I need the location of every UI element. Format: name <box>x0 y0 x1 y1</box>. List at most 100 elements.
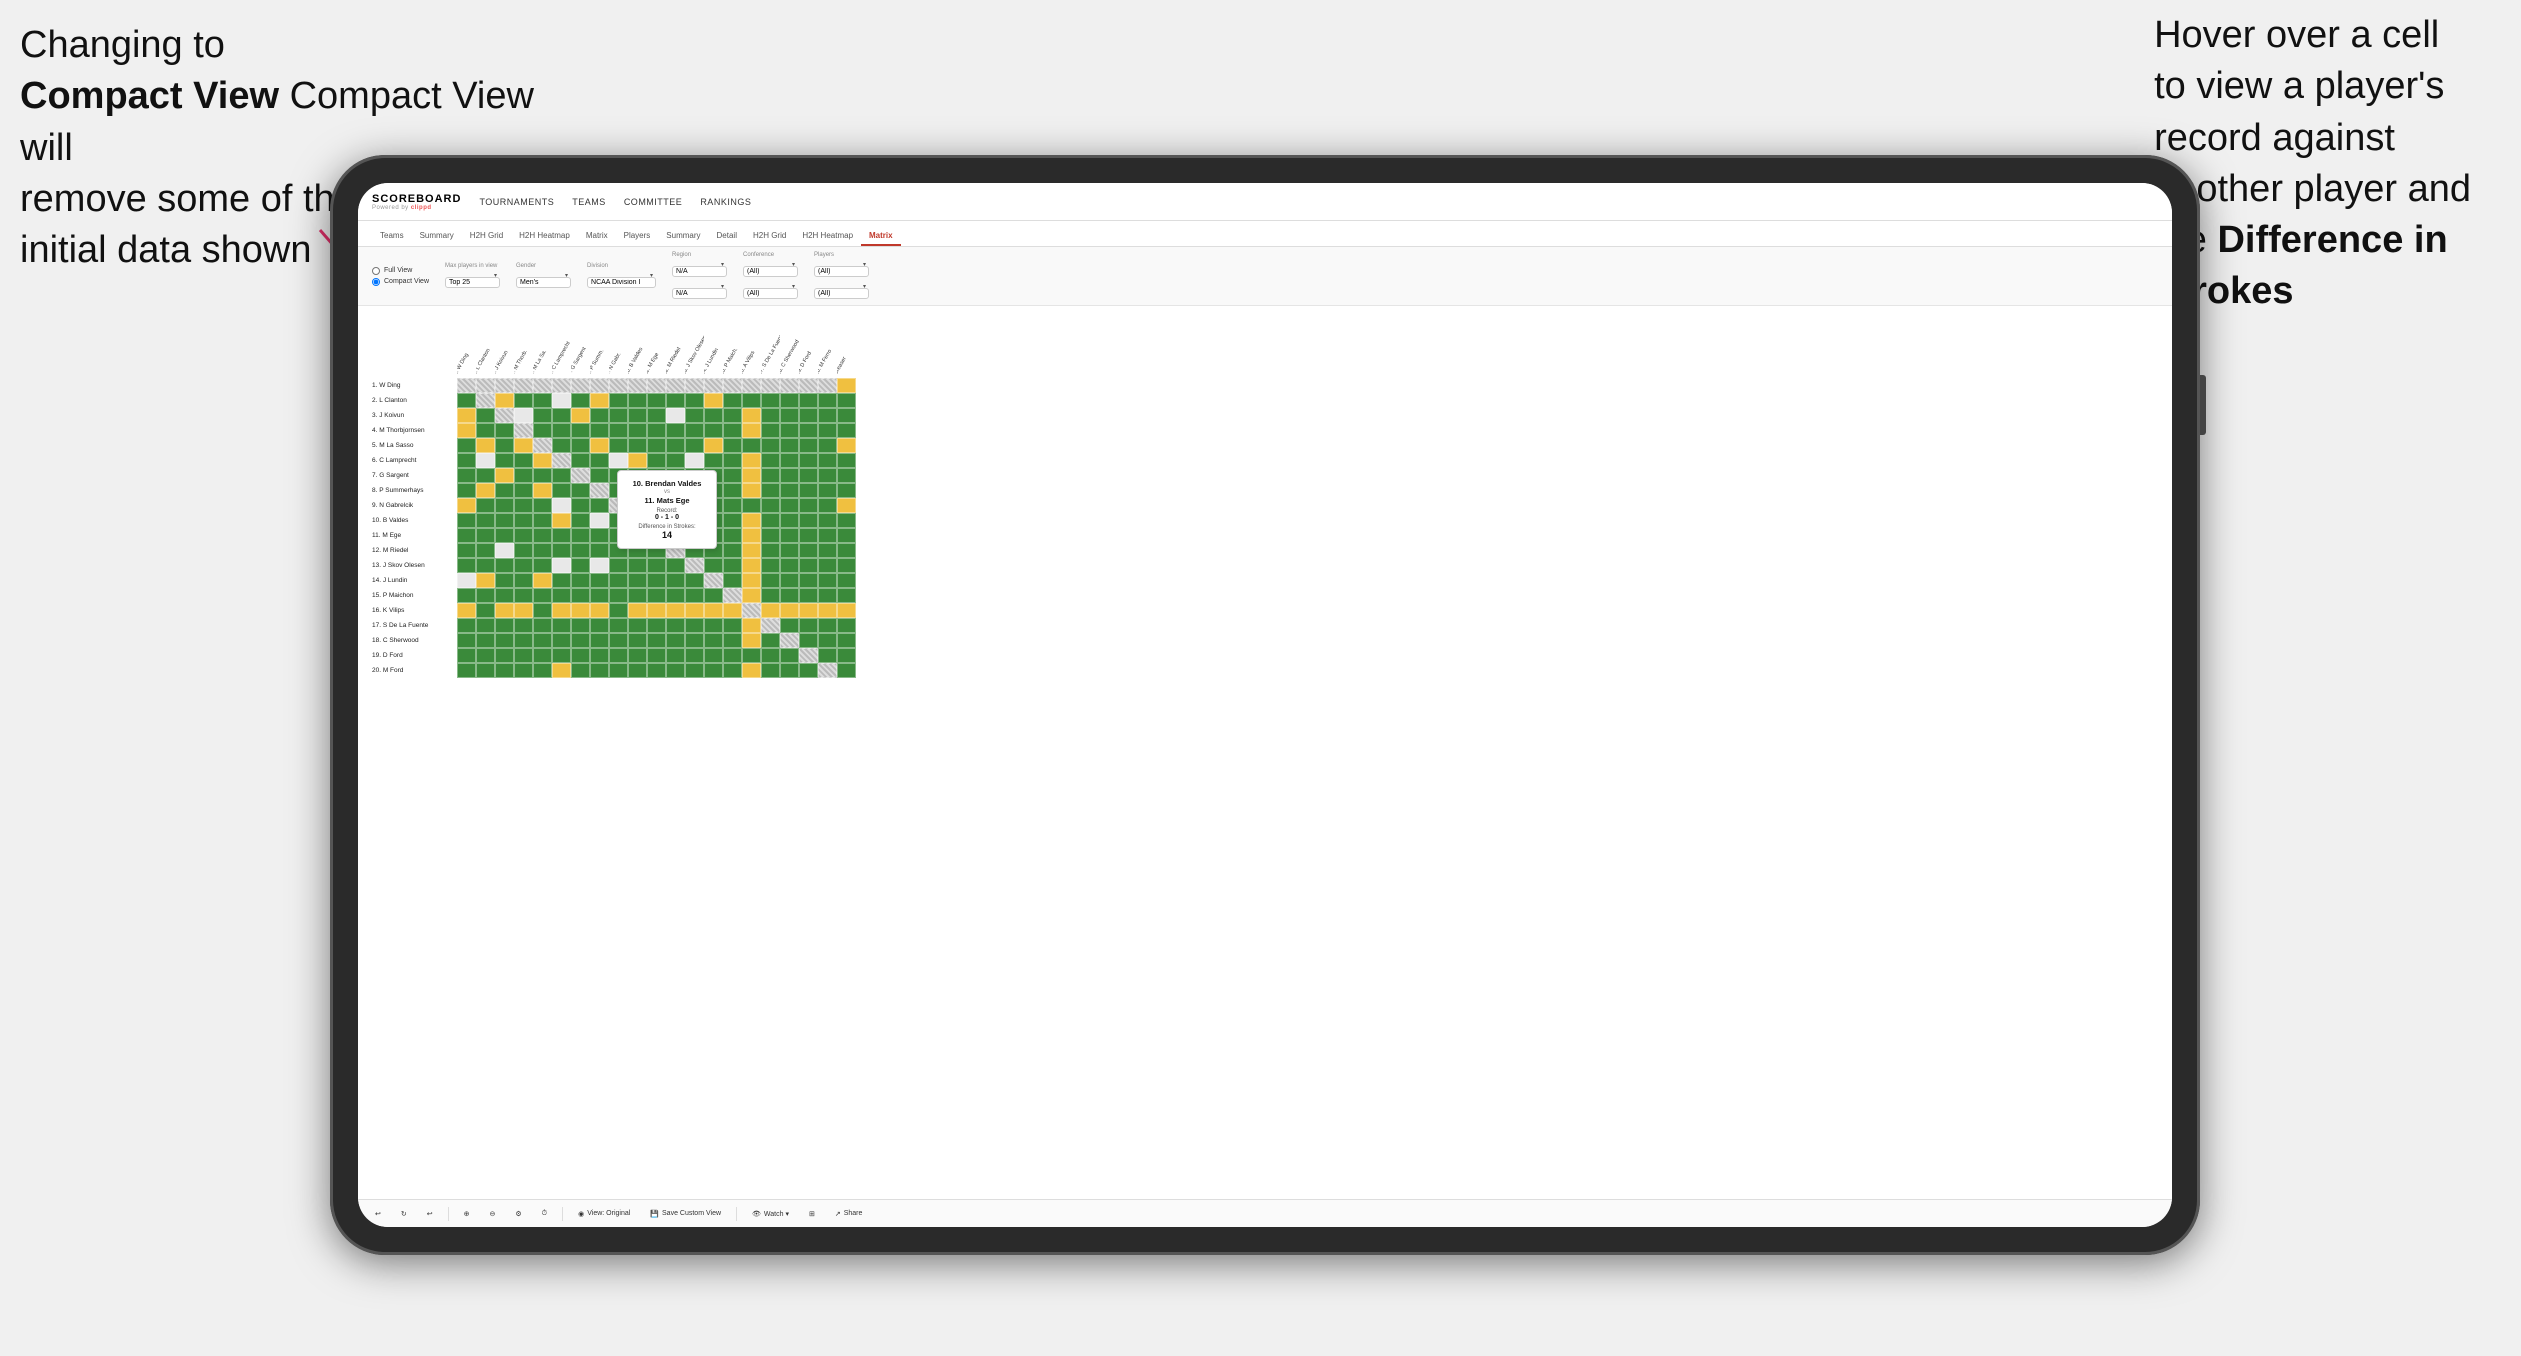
grid-cell[interactable] <box>685 648 704 663</box>
grid-cell[interactable] <box>761 573 780 588</box>
grid-cell[interactable] <box>628 438 647 453</box>
grid-cell[interactable] <box>780 408 799 423</box>
grid-cell[interactable] <box>552 423 571 438</box>
grid-cell[interactable] <box>647 648 666 663</box>
grid-cell[interactable] <box>457 453 476 468</box>
players-select2[interactable]: (All) <box>814 288 869 299</box>
grid-cell[interactable] <box>799 588 818 603</box>
grid-cell[interactable] <box>571 663 590 678</box>
grid-cell[interactable] <box>533 603 552 618</box>
compact-view-option[interactable]: Compact View <box>372 278 429 286</box>
grid-cell[interactable] <box>818 663 837 678</box>
grid-cell[interactable] <box>780 453 799 468</box>
grid-cell[interactable] <box>476 393 495 408</box>
save-custom-button[interactable]: 💾 Save Custom View <box>645 1208 726 1220</box>
grid-cell[interactable] <box>533 423 552 438</box>
grid-cell[interactable] <box>837 378 856 393</box>
grid-cell[interactable] <box>837 573 856 588</box>
grid-cell[interactable] <box>742 498 761 513</box>
grid-cell[interactable] <box>628 663 647 678</box>
grid-cell[interactable] <box>799 468 818 483</box>
grid-cell[interactable] <box>685 453 704 468</box>
grid-cell[interactable] <box>742 528 761 543</box>
grid-cell[interactable] <box>837 663 856 678</box>
grid-cell[interactable] <box>818 573 837 588</box>
grid-cell[interactable] <box>818 528 837 543</box>
grid-cell[interactable] <box>723 453 742 468</box>
grid-cell[interactable] <box>742 633 761 648</box>
grid-cell[interactable] <box>552 513 571 528</box>
grid-cell[interactable] <box>457 648 476 663</box>
grid-cell[interactable] <box>552 633 571 648</box>
grid-cell[interactable] <box>609 408 628 423</box>
grid-cell[interactable] <box>590 423 609 438</box>
grid-cell[interactable] <box>723 573 742 588</box>
grid-cell[interactable] <box>533 618 552 633</box>
grid-cell[interactable] <box>495 528 514 543</box>
grid-cell[interactable] <box>476 528 495 543</box>
grid-cell[interactable] <box>685 558 704 573</box>
grid-cell[interactable] <box>514 513 533 528</box>
grid-cell[interactable] <box>533 483 552 498</box>
grid-cell[interactable] <box>495 558 514 573</box>
grid-cell[interactable] <box>704 438 723 453</box>
region-select[interactable]: N/A <box>672 266 727 277</box>
grid-cell[interactable] <box>647 573 666 588</box>
grid-cell[interactable] <box>552 453 571 468</box>
grid-cell[interactable] <box>533 393 552 408</box>
grid-cell[interactable] <box>628 453 647 468</box>
grid-cell[interactable] <box>590 543 609 558</box>
grid-cell[interactable] <box>590 468 609 483</box>
grid-cell[interactable] <box>647 453 666 468</box>
grid-cell[interactable] <box>685 573 704 588</box>
grid-cell[interactable] <box>476 498 495 513</box>
grid-cell[interactable] <box>495 633 514 648</box>
grid-cell[interactable] <box>495 483 514 498</box>
grid-cell[interactable] <box>533 648 552 663</box>
grid-cell[interactable] <box>552 663 571 678</box>
grid-cell[interactable] <box>476 408 495 423</box>
grid-cell[interactable] <box>799 483 818 498</box>
grid-cell[interactable] <box>799 408 818 423</box>
max-players-select[interactable]: Top 25 <box>445 277 500 288</box>
grid-cell[interactable] <box>514 438 533 453</box>
grid-cell[interactable] <box>457 378 476 393</box>
conference-select2[interactable]: (All) <box>743 288 798 299</box>
grid-cell[interactable] <box>704 603 723 618</box>
grid-cell[interactable] <box>514 393 533 408</box>
grid-cell[interactable] <box>799 603 818 618</box>
grid-cell[interactable] <box>571 468 590 483</box>
grid-cell[interactable] <box>533 438 552 453</box>
grid-cell[interactable] <box>571 498 590 513</box>
grid-cell[interactable] <box>780 468 799 483</box>
grid-cell[interactable] <box>818 633 837 648</box>
grid-cell[interactable] <box>457 633 476 648</box>
grid-cell[interactable] <box>495 468 514 483</box>
grid-cell[interactable] <box>514 633 533 648</box>
grid-cell[interactable] <box>533 498 552 513</box>
grid-cell[interactable] <box>571 408 590 423</box>
grid-cell[interactable] <box>590 633 609 648</box>
grid-cell[interactable] <box>552 573 571 588</box>
grid-cell[interactable] <box>533 633 552 648</box>
grid-cell[interactable] <box>818 648 837 663</box>
grid-cell[interactable] <box>571 618 590 633</box>
grid-cell[interactable] <box>761 498 780 513</box>
grid-cell[interactable] <box>533 558 552 573</box>
grid-cell[interactable] <box>666 618 685 633</box>
grid-cell[interactable] <box>799 393 818 408</box>
grid-cell[interactable] <box>742 378 761 393</box>
grid-cell[interactable] <box>780 393 799 408</box>
grid-cell[interactable] <box>590 513 609 528</box>
grid-cell[interactable] <box>780 423 799 438</box>
grid-cell[interactable] <box>457 423 476 438</box>
grid-cell[interactable] <box>590 663 609 678</box>
grid-cell[interactable] <box>723 408 742 423</box>
grid-cell[interactable] <box>837 603 856 618</box>
grid-cell[interactable] <box>818 558 837 573</box>
grid-cell[interactable] <box>818 423 837 438</box>
grid-cell[interactable] <box>780 633 799 648</box>
grid-cell[interactable] <box>571 483 590 498</box>
grid-cell[interactable] <box>628 633 647 648</box>
grid-cell[interactable] <box>742 663 761 678</box>
